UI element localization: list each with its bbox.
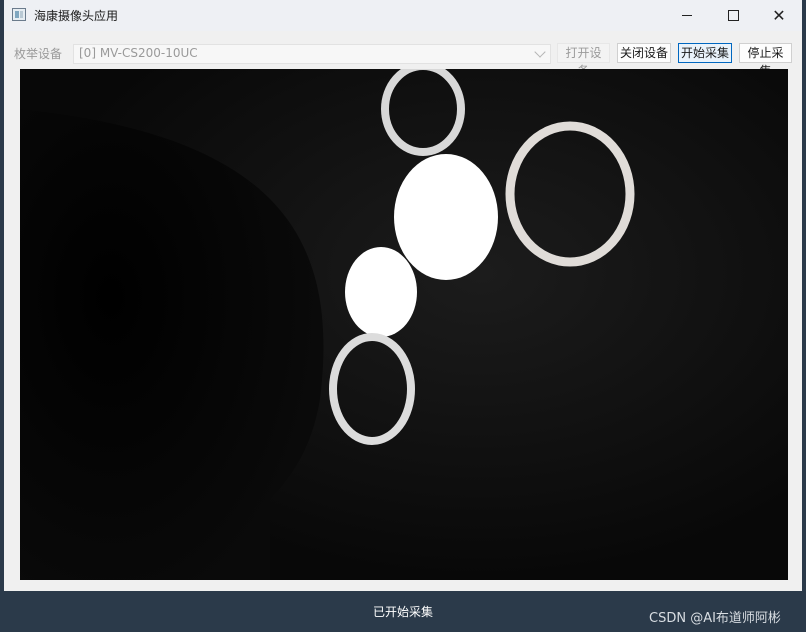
open-device-button[interactable]: 打开设备 <box>557 43 610 78</box>
device-select[interactable]: [0] MV-CS200-10UC <box>73 44 551 64</box>
camera-frame-image <box>20 69 788 580</box>
status-bar: 已开始采集 CSDN @AI布道师阿彬 <box>0 591 806 632</box>
start-capture-button[interactable]: 开始采集 <box>678 43 732 63</box>
disc-large <box>394 154 498 280</box>
close-button[interactable]: ✕ <box>756 0 802 31</box>
title-bar[interactable]: 海康摄像头应用 ✕ <box>4 0 802 31</box>
enum-devices-label[interactable]: 枚举设备 <box>14 45 62 62</box>
toolbar: 枚举设备 [0] MV-CS200-10UC 打开设备 关闭设备 开始采集 停止… <box>4 31 802 78</box>
minimize-icon <box>682 15 692 16</box>
minimize-button[interactable] <box>664 0 710 31</box>
maximize-icon <box>727 10 739 21</box>
window-title: 海康摄像头应用 <box>34 9 119 23</box>
close-icon: ✕ <box>772 5 786 25</box>
device-select-value: [0] MV-CS200-10UC <box>79 46 198 60</box>
disc-small <box>345 247 417 337</box>
app-window: 海康摄像头应用 ✕ 枚举设备 [0] MV-CS200-10UC 打开设备 关闭… <box>4 0 802 591</box>
close-device-button[interactable]: 关闭设备 <box>617 43 671 63</box>
stop-capture-button[interactable]: 停止采集 <box>739 43 792 78</box>
watermark: CSDN @AI布道师阿彬 <box>649 611 781 626</box>
maximize-button[interactable] <box>710 0 756 31</box>
camera-preview <box>20 69 788 580</box>
app-window-icon <box>12 8 26 21</box>
chevron-down-icon <box>534 46 546 58</box>
